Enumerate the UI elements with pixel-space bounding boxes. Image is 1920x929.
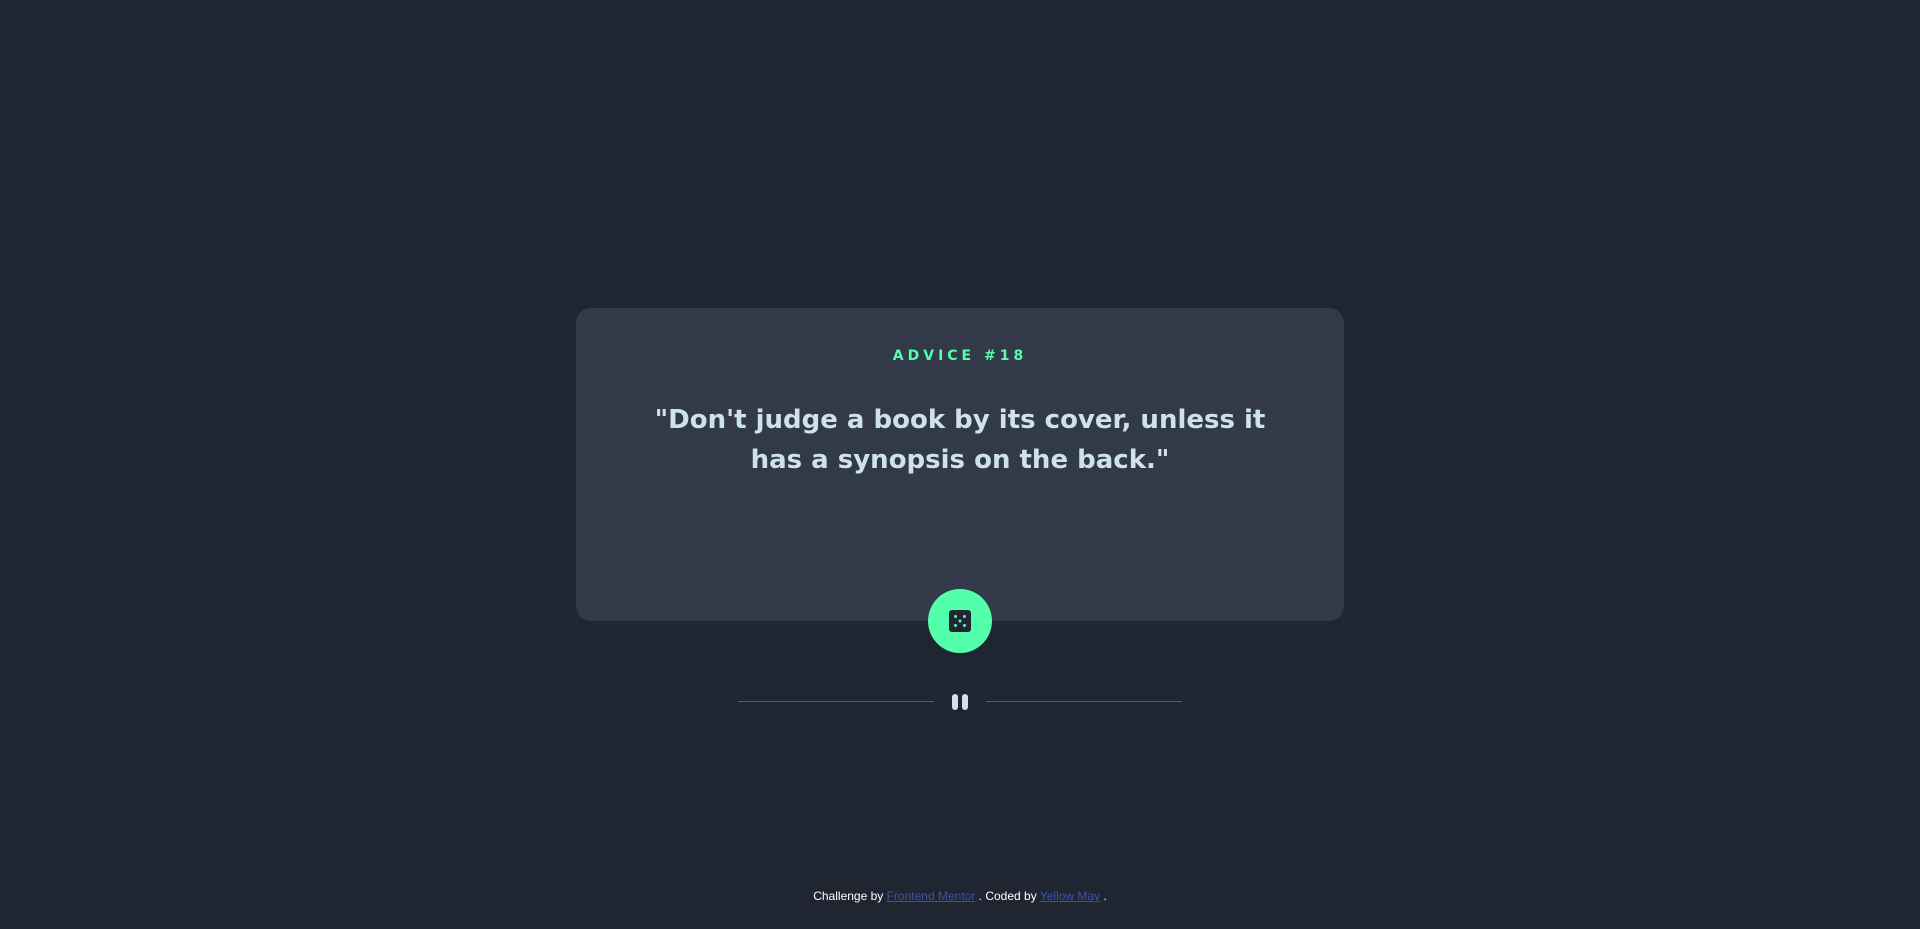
attribution-prefix: Challenge by bbox=[813, 889, 887, 903]
frontend-mentor-link[interactable]: Frontend Mentor bbox=[887, 889, 976, 903]
advice-quote: "Don't judge a book by its cover, unless… bbox=[654, 405, 1266, 475]
dice-icon bbox=[949, 610, 971, 632]
pause-icon bbox=[952, 694, 968, 710]
attribution-middle: . Coded by bbox=[978, 889, 1040, 903]
divider-right bbox=[986, 701, 1182, 702]
quote-divider bbox=[738, 693, 1182, 711]
attribution-suffix: . bbox=[1103, 889, 1107, 903]
generate-advice-button[interactable] bbox=[928, 589, 992, 653]
advice-id: ADVICE #18 bbox=[892, 348, 1028, 364]
attribution-footer: Challenge by Frontend Mentor . Coded by … bbox=[0, 886, 1920, 906]
divider-left bbox=[738, 701, 934, 702]
advice-card: ADVICE #18 "Don't judge a book by its co… bbox=[576, 308, 1344, 710]
author-link[interactable]: Yellow May bbox=[1040, 889, 1100, 903]
